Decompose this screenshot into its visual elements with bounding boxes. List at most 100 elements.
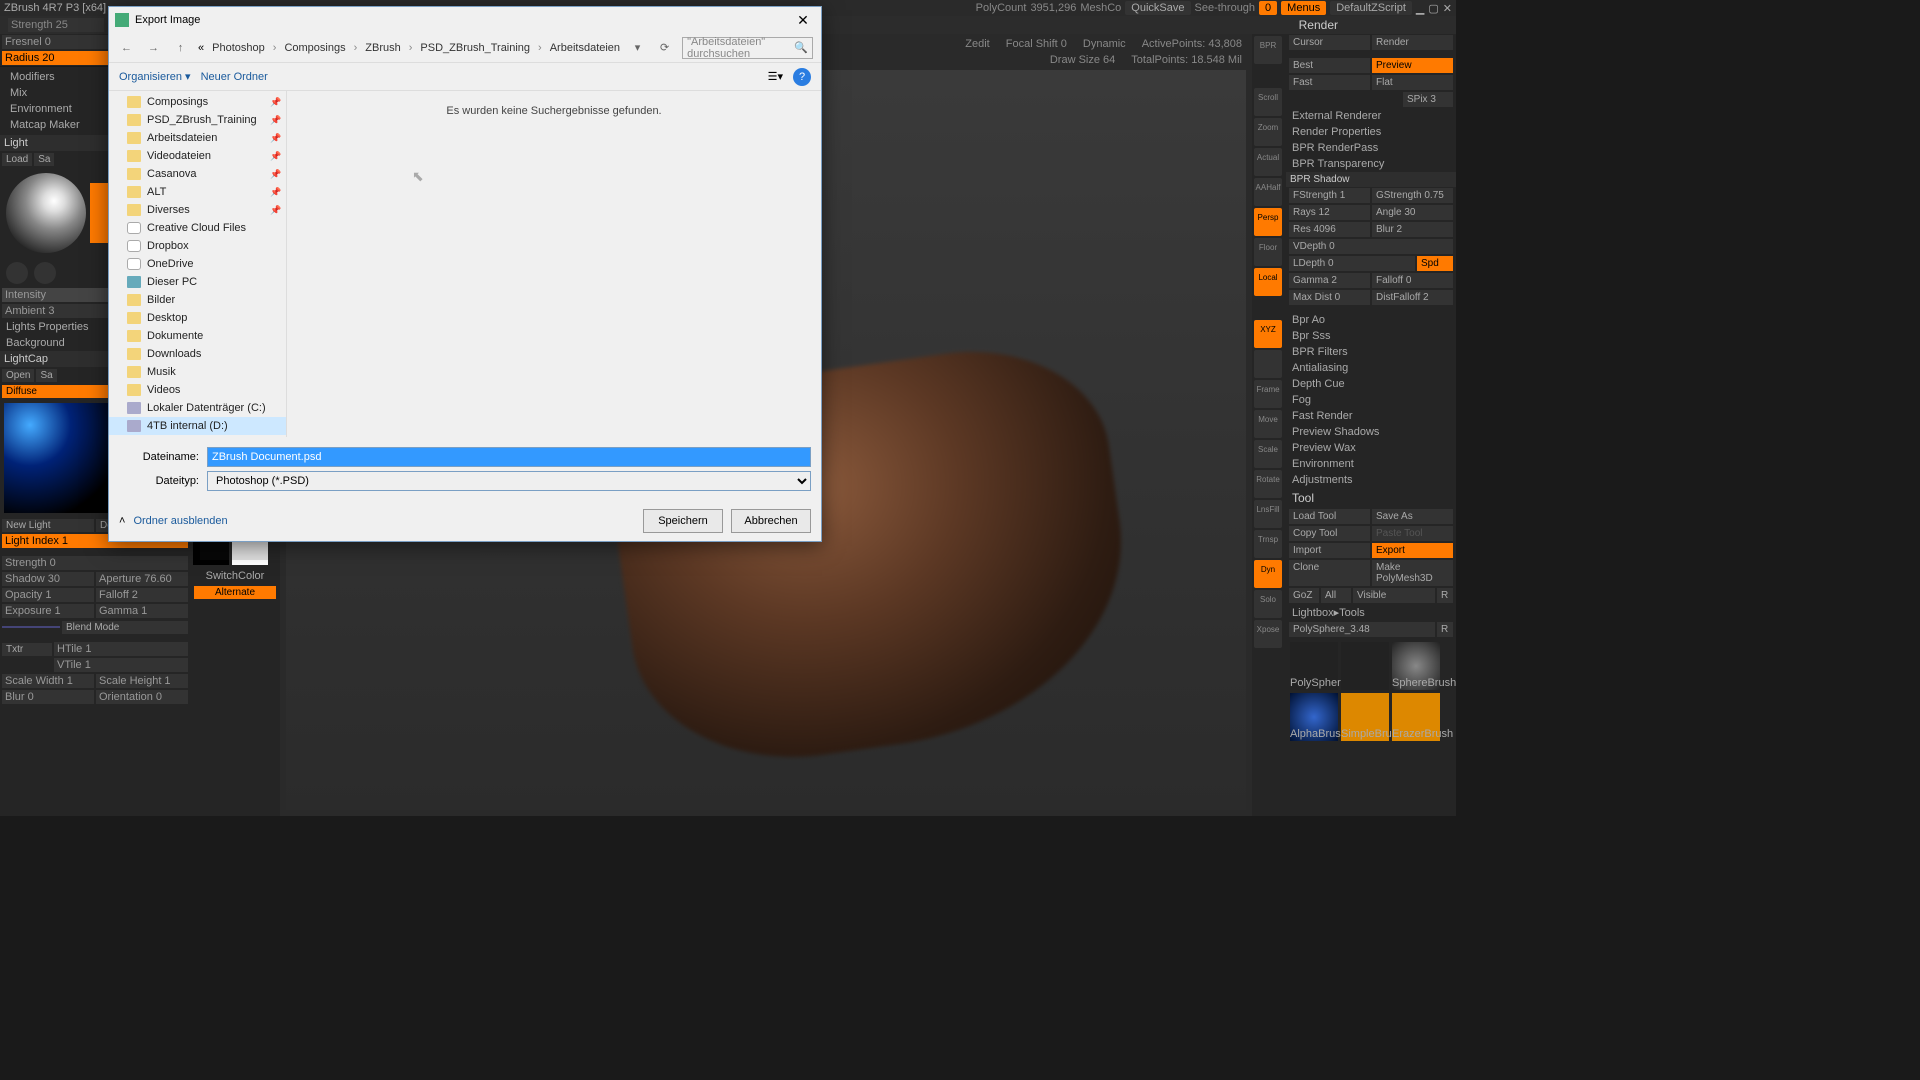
trnsp-icon[interactable]: Trnsp (1254, 530, 1282, 558)
crumb[interactable]: Composings (284, 42, 345, 54)
move-icon[interactable]: Move (1254, 410, 1282, 438)
persp-icon[interactable]: Persp (1254, 208, 1282, 236)
fstrength-slider[interactable]: FStrength 1 (1289, 188, 1370, 203)
pastetool-button[interactable]: Paste Tool (1372, 526, 1453, 541)
refresh-icon[interactable]: ⟳ (655, 37, 674, 59)
saveas-button[interactable]: Save As (1372, 509, 1453, 524)
lnsfill-icon[interactable]: LnsFill (1254, 500, 1282, 528)
strength-slider[interactable]: Strength 25 (8, 18, 104, 32)
zoom-icon[interactable]: Zoom (1254, 118, 1282, 146)
blur2-slider[interactable]: Blur 2 (1372, 222, 1453, 237)
makepm3d-button[interactable]: Make PolyMesh3D (1372, 560, 1453, 586)
res-slider[interactable]: Res 4096 (1289, 222, 1370, 237)
nav-back-icon[interactable]: ← (117, 37, 136, 59)
rays-slider[interactable]: Rays 12 (1289, 205, 1370, 220)
tree-item[interactable]: Bilder (109, 291, 286, 309)
scroll-icon[interactable]: Scroll (1254, 88, 1282, 116)
render-button[interactable]: Render (1372, 35, 1453, 50)
save-button[interactable]: Speichern (643, 509, 723, 533)
tree-item[interactable]: Dropbox (109, 237, 286, 255)
menus-button[interactable]: Menus (1281, 1, 1326, 15)
filetype-select[interactable]: Photoshop (*.PSD) (207, 471, 811, 491)
maxdist-slider[interactable]: Max Dist 0 (1289, 290, 1370, 305)
load-button[interactable]: Load (2, 153, 32, 166)
aahalf-icon[interactable]: AAHalf (1254, 178, 1282, 206)
tree-item[interactable]: Videos (109, 381, 286, 399)
best-button[interactable]: Best (1289, 58, 1370, 73)
fog-item[interactable]: Fog (1286, 392, 1456, 408)
blend-button[interactable]: Blend Mode (62, 621, 188, 634)
switchcolor-button[interactable]: SwitchColor (190, 568, 280, 584)
tree-item[interactable]: Lokaler Datenträger (C:) (109, 399, 286, 417)
blur-slider[interactable]: Blur 0 (2, 690, 94, 704)
tree-item[interactable]: Casanova📌 (109, 165, 286, 183)
bpr-sss-item[interactable]: Bpr Sss (1286, 328, 1456, 344)
shadow-slider[interactable]: Shadow 30 (2, 572, 94, 586)
antialiasing-item[interactable]: Antialiasing (1286, 360, 1456, 376)
frame-icon[interactable]: Frame (1254, 380, 1282, 408)
xyz-icon[interactable]: XYZ (1254, 320, 1282, 348)
depthcue-item[interactable]: Depth Cue (1286, 376, 1456, 392)
crumb[interactable]: Photoshop (212, 42, 265, 54)
window-max-icon[interactable]: ▢ (1428, 2, 1438, 15)
tree-item[interactable]: Desktop (109, 309, 286, 327)
goz-button[interactable]: GoZ (1289, 588, 1319, 603)
newlight-button[interactable]: New Light (2, 519, 94, 532)
blank-icon[interactable] (1254, 350, 1282, 378)
cursor-button[interactable]: Cursor (1289, 35, 1370, 50)
fold-chevron-icon[interactable]: ˄ (119, 515, 125, 527)
distfall-slider[interactable]: DistFalloff 2 (1372, 290, 1453, 305)
copytool-button[interactable]: Copy Tool (1289, 526, 1370, 541)
render-props-item[interactable]: Render Properties (1286, 124, 1456, 140)
loadtool-button[interactable]: Load Tool (1289, 509, 1370, 524)
gamma2-slider[interactable]: Gamma 2 (1289, 273, 1370, 288)
open-button[interactable]: Open (2, 369, 34, 382)
preview-button[interactable]: Preview (1372, 58, 1453, 73)
strength2-slider[interactable]: Strength 0 (2, 556, 188, 570)
view-mode-icon[interactable]: ☰▾ (768, 70, 783, 83)
spd-button[interactable]: Spd (1417, 256, 1453, 271)
dialog-search-input[interactable]: "Arbeitsdateien" durchsuchen 🔍 (682, 37, 813, 59)
fastrender-item[interactable]: Fast Render (1286, 408, 1456, 424)
txtr-button[interactable]: Txtr (2, 643, 52, 656)
ext-renderer-item[interactable]: External Renderer (1286, 108, 1456, 124)
tree-item[interactable]: Arbeitsdateien📌 (109, 129, 286, 147)
light-sphere-preview[interactable] (6, 173, 86, 253)
tree-item[interactable]: Musik (109, 363, 286, 381)
polysphere-label[interactable]: PolySphere_3.48 (1289, 622, 1435, 637)
defaultzscript-button[interactable]: DefaultZScript (1330, 1, 1412, 15)
filename-input[interactable] (207, 447, 811, 467)
angle-slider[interactable]: Angle 30 (1372, 205, 1453, 220)
adjustments-item[interactable]: Adjustments (1286, 472, 1456, 488)
sa2-button[interactable]: Sa (36, 369, 56, 382)
tree-item[interactable]: PSD_ZBrush_Training📌 (109, 111, 286, 129)
newfolder-button[interactable]: Neuer Ordner (201, 71, 268, 83)
crumb[interactable]: PSD_ZBrush_Training (420, 42, 530, 54)
crumb-dropdown-icon[interactable]: ▾ (628, 37, 647, 59)
scalewidth-slider[interactable]: Scale Width 1 (2, 674, 94, 688)
vtile-slider[interactable]: VTile 1 (54, 658, 188, 672)
blend-pick[interactable] (2, 626, 60, 628)
spix-slider[interactable]: SPix 3 (1403, 92, 1453, 107)
flat-button[interactable]: Flat (1372, 75, 1453, 90)
sa-button[interactable]: Sa (34, 153, 54, 166)
actual-icon[interactable]: Actual (1254, 148, 1282, 176)
all-button[interactable]: All (1321, 588, 1351, 603)
tree-item[interactable]: 4TB internal (D:) (109, 417, 286, 435)
r-button[interactable]: R (1437, 588, 1453, 603)
crumb[interactable]: ZBrush (365, 42, 400, 54)
clone-button[interactable]: Clone (1289, 560, 1370, 586)
lightbox-tools-item[interactable]: Lightbox▸Tools (1286, 604, 1456, 621)
falloff-slider[interactable]: Falloff 2 (96, 588, 188, 602)
prevshadows-item[interactable]: Preview Shadows (1286, 424, 1456, 440)
alternate-button[interactable]: Alternate (194, 586, 276, 599)
window-close-icon[interactable]: ✕ (1443, 2, 1452, 15)
orient-slider[interactable]: Orientation 0 (96, 690, 188, 704)
vdepth-slider[interactable]: VDepth 0 (1289, 239, 1453, 254)
tree-item[interactable]: Creative Cloud Files (109, 219, 286, 237)
nav-fwd-icon[interactable]: → (144, 37, 163, 59)
tree-item[interactable]: OneDrive (109, 255, 286, 273)
help-icon[interactable]: ? (793, 68, 811, 86)
tool-thumb[interactable]: PolySphere_3 (1290, 642, 1338, 690)
xpose-icon[interactable]: Xpose (1254, 620, 1282, 648)
